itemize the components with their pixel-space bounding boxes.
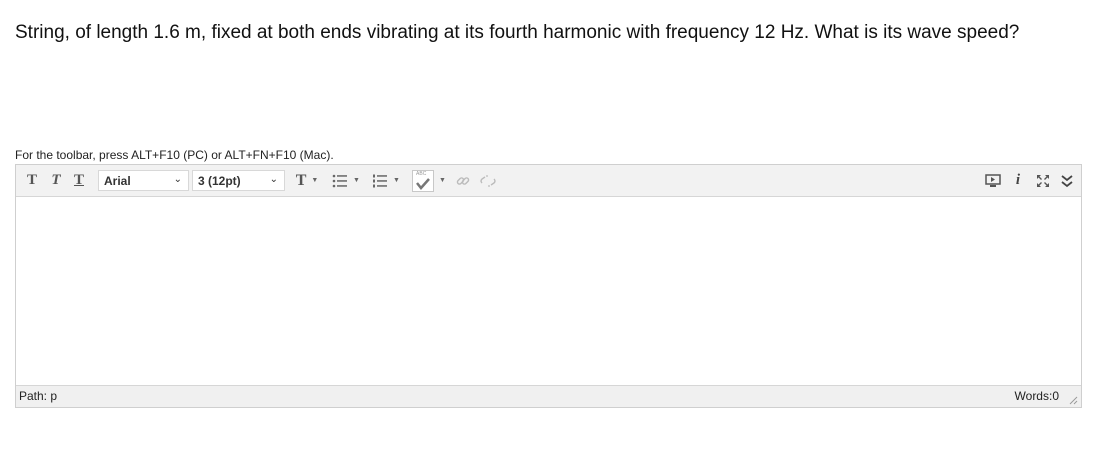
expand-toolbar-button[interactable] xyxy=(1057,165,1077,196)
editor-toolbar: T T T Arial ⌄ 3 (12pt) ⌄ T ▼ ▼ ▼ ABC ▼ i xyxy=(16,165,1081,197)
dropdown-arrow-icon: ▼ xyxy=(311,177,319,184)
bold-button[interactable]: T xyxy=(22,165,42,196)
spellcheck-button[interactable]: ABC ▼ xyxy=(409,165,449,196)
dropdown-arrow-icon: ▼ xyxy=(353,177,360,184)
chevron-down-icon: ⌄ xyxy=(269,174,278,185)
font-size-select[interactable]: 3 (12pt) ⌄ xyxy=(192,170,285,191)
bullet-list-button[interactable]: ▼ xyxy=(329,165,363,196)
bullet-list-icon xyxy=(332,174,348,187)
preview-button[interactable] xyxy=(982,165,1004,196)
info-icon: i xyxy=(1015,172,1021,188)
question-text: String, of length 1.6 m, fixed at both e… xyxy=(15,22,1020,43)
spellcheck-icon: ABC xyxy=(412,169,435,192)
remove-link-button[interactable] xyxy=(476,165,500,196)
chevron-down-icon: ⌄ xyxy=(173,174,182,185)
link-icon xyxy=(456,176,470,185)
numbered-list-button[interactable]: ▼ xyxy=(369,165,403,196)
dropdown-arrow-icon: ▼ xyxy=(439,177,446,184)
expand-toolbar-icon xyxy=(1061,174,1073,187)
editor-content-area[interactable] xyxy=(16,197,1081,385)
editor-statusbar: Path: p Words:0 xyxy=(16,385,1081,407)
rich-text-editor: T T T Arial ⌄ 3 (12pt) ⌄ T ▼ ▼ ▼ ABC ▼ i… xyxy=(15,164,1082,408)
font-size-value: 3 (12pt) xyxy=(198,173,241,188)
numbered-list-icon xyxy=(373,174,388,187)
info-button[interactable]: i xyxy=(1009,165,1027,196)
format-text-icon: T xyxy=(295,171,307,189)
text-color-button[interactable]: T ▼ xyxy=(290,165,324,196)
unlink-icon xyxy=(480,174,496,187)
fullscreen-button[interactable] xyxy=(1032,165,1054,196)
word-count: Words:0 xyxy=(1014,389,1059,403)
toolbar-hint: For the toolbar, press ALT+F10 (PC) or A… xyxy=(15,148,334,162)
insert-link-button[interactable] xyxy=(452,165,474,196)
path-indicator: Path: p xyxy=(19,389,58,403)
font-family-select[interactable]: Arial ⌄ xyxy=(98,170,189,191)
dropdown-arrow-icon: ▼ xyxy=(393,177,400,184)
fullscreen-icon xyxy=(1037,174,1049,187)
font-family-value: Arial xyxy=(104,173,131,188)
underline-button[interactable]: T xyxy=(69,165,89,196)
preview-icon xyxy=(985,173,1001,187)
resize-handle-icon[interactable] xyxy=(1068,395,1078,405)
italic-button[interactable]: T xyxy=(46,165,66,196)
